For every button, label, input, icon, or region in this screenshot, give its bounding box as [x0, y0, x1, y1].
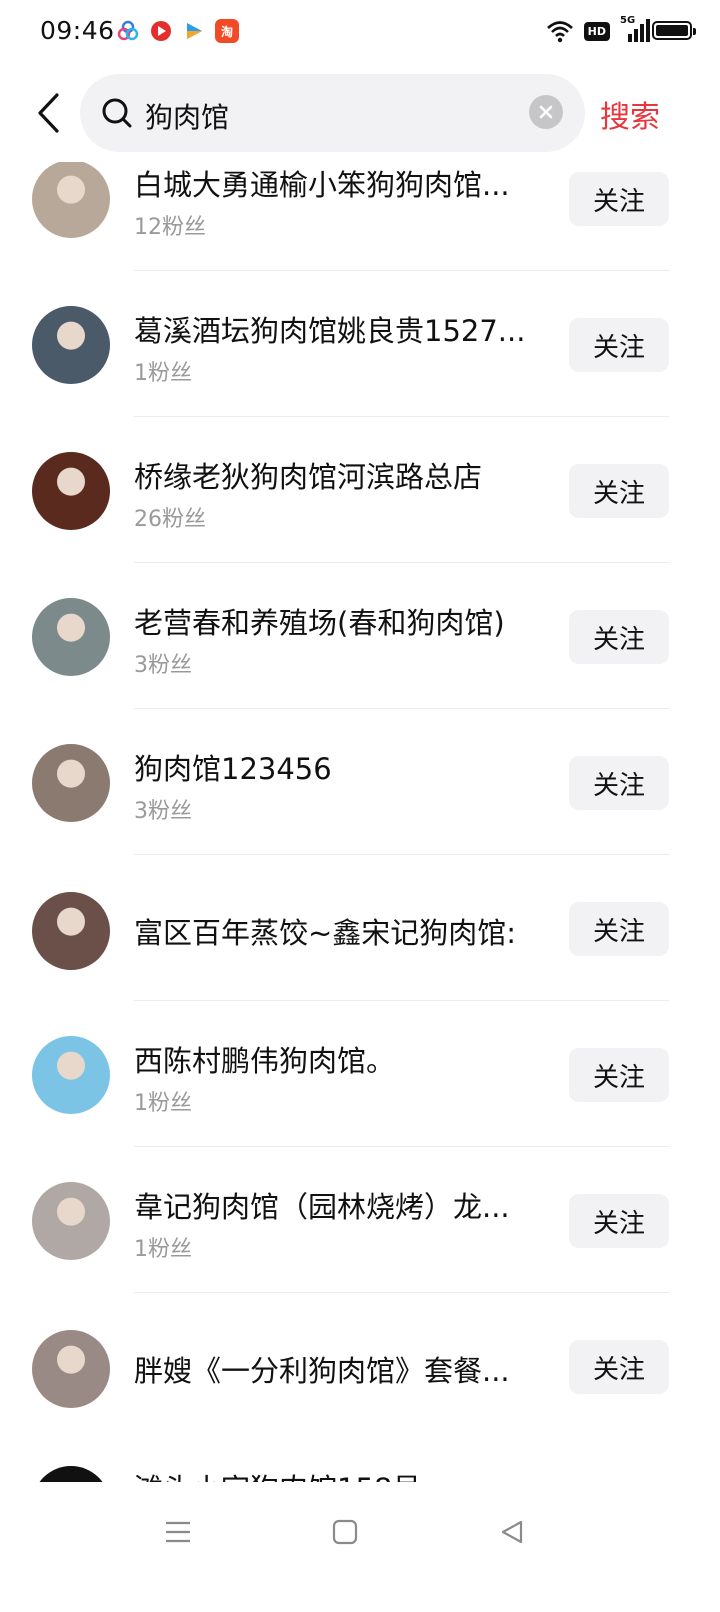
search-header: 狗肉馆 搜索 [0, 66, 720, 162]
system-icons: HD 5G [546, 15, 650, 44]
follow-button[interactable]: 关注 [569, 610, 669, 664]
user-name: 韋记狗肉馆（园林烧烤）龙... [134, 1190, 510, 1224]
follow-button[interactable]: 关注 [569, 1340, 669, 1394]
back-triangle-icon [501, 1520, 523, 1544]
user-name: 胖嫂《一分利狗肉馆》套餐... [134, 1354, 510, 1388]
row-divider [134, 1292, 669, 1293]
network-type: 5G [620, 15, 636, 26]
follow-button[interactable]: 关注 [569, 172, 669, 226]
user-avatar[interactable] [32, 162, 110, 238]
row-divider [134, 708, 669, 709]
row-divider [134, 1000, 669, 1001]
follow-button[interactable]: 关注 [569, 1194, 669, 1248]
fans-count: 3粉丝 [134, 799, 192, 824]
menu-icon [166, 1521, 190, 1543]
navigation-bar [0, 1482, 720, 1612]
result-row[interactable]: 胖嫂《一分利狗肉馆》套餐... 关注 [0, 1330, 720, 1476]
row-divider [134, 854, 669, 855]
back-button[interactable] [28, 88, 68, 138]
wifi-icon [546, 21, 573, 43]
photos-app-icon [116, 19, 140, 43]
user-name: 西陈村鹏伟狗肉馆。 [134, 1044, 396, 1078]
clear-search-button[interactable] [529, 95, 563, 129]
user-avatar[interactable] [32, 1036, 110, 1114]
user-avatar[interactable] [32, 744, 110, 822]
fans-count: 26粉丝 [134, 507, 206, 532]
notification-icons: 淘 [116, 19, 239, 43]
back-arrow-icon [38, 93, 59, 133]
user-avatar[interactable] [32, 452, 110, 530]
fans-count: 12粉丝 [134, 215, 206, 240]
battery-icon [652, 21, 696, 40]
row-divider [134, 270, 669, 271]
user-avatar[interactable] [32, 892, 110, 970]
fans-count: 3粉丝 [134, 653, 192, 678]
fans-count: 1粉丝 [134, 1237, 192, 1262]
fans-count: 1粉丝 [134, 1091, 192, 1116]
result-row[interactable]: 西陈村鹏伟狗肉馆。 1粉丝 关注 [0, 1036, 720, 1184]
status-time: 09:46 [40, 16, 115, 45]
signal-icon: 5G [620, 15, 650, 44]
user-name: 白城大勇通榆小笨狗狗肉馆... [134, 168, 510, 202]
result-row[interactable]: 富区百年蒸饺~鑫宋记狗肉馆: 关注 [0, 892, 720, 1038]
user-avatar[interactable] [32, 1466, 110, 1482]
user-avatar[interactable] [32, 598, 110, 676]
video-app-icon [149, 19, 173, 43]
user-name: 桥缘老狄狗肉馆河滨路总店 [134, 460, 483, 494]
follow-button[interactable]: 关注 [569, 464, 669, 518]
search-input[interactable]: 狗肉馆 [80, 74, 585, 152]
search-button[interactable]: 搜索 [600, 92, 660, 136]
follow-button[interactable]: 关注 [569, 902, 669, 956]
home-button[interactable] [325, 1512, 365, 1552]
search-query: 狗肉馆 [145, 101, 230, 134]
user-avatar[interactable] [32, 1330, 110, 1408]
result-row[interactable]: 狗肉馆123456 3粉丝 关注 [0, 744, 720, 892]
user-name: 老营春和养殖场(春和狗肉馆) [134, 606, 505, 640]
hd-badge: HD [583, 21, 610, 41]
user-avatar[interactable] [32, 1182, 110, 1260]
result-row[interactable]: 老营春和养殖场(春和狗肉馆) 3粉丝 关注 [0, 598, 720, 746]
media-app-icon [182, 19, 206, 43]
result-row[interactable]: 韋记狗肉馆（园林烧烤）龙... 1粉丝 关注 [0, 1182, 720, 1330]
back-nav-button[interactable] [492, 1512, 532, 1552]
user-name: 滩头小宇狗肉馆158号 [134, 1466, 534, 1482]
status-bar: 09:46 淘 HD 5G [0, 0, 720, 66]
follow-button[interactable]: 关注 [569, 756, 669, 810]
result-row-partial[interactable]: 滩头小宇狗肉馆158号 [0, 1462, 720, 1482]
result-row[interactable]: 葛溪酒坛狗肉馆姚良贵1527... 1粉丝 关注 [0, 306, 720, 454]
menu-button[interactable] [158, 1512, 198, 1552]
user-avatar[interactable] [32, 306, 110, 384]
follow-button[interactable]: 关注 [569, 1048, 669, 1102]
user-result-list: 白城大勇通榆小笨狗狗肉馆... 12粉丝 关注 葛溪酒坛狗肉馆姚良贵1527... 1粉… [0, 162, 720, 1482]
taobao-app-icon: 淘 [215, 19, 239, 43]
user-name: 狗肉馆123456 [134, 752, 332, 786]
close-icon [539, 105, 553, 119]
fans-count: 1粉丝 [134, 361, 192, 386]
user-name: 葛溪酒坛狗肉馆姚良贵1527... [134, 314, 526, 348]
row-divider [134, 416, 669, 417]
follow-button[interactable]: 关注 [569, 318, 669, 372]
user-name: 富区百年蒸饺~鑫宋记狗肉馆: [134, 916, 517, 950]
row-divider [134, 562, 669, 563]
row-divider [134, 1146, 669, 1147]
search-icon [102, 98, 132, 128]
result-row[interactable]: 白城大勇通榆小笨狗狗肉馆... 12粉丝 关注 [0, 162, 720, 308]
result-row[interactable]: 桥缘老狄狗肉馆河滨路总店 26粉丝 关注 [0, 452, 720, 600]
home-icon [332, 1519, 358, 1545]
